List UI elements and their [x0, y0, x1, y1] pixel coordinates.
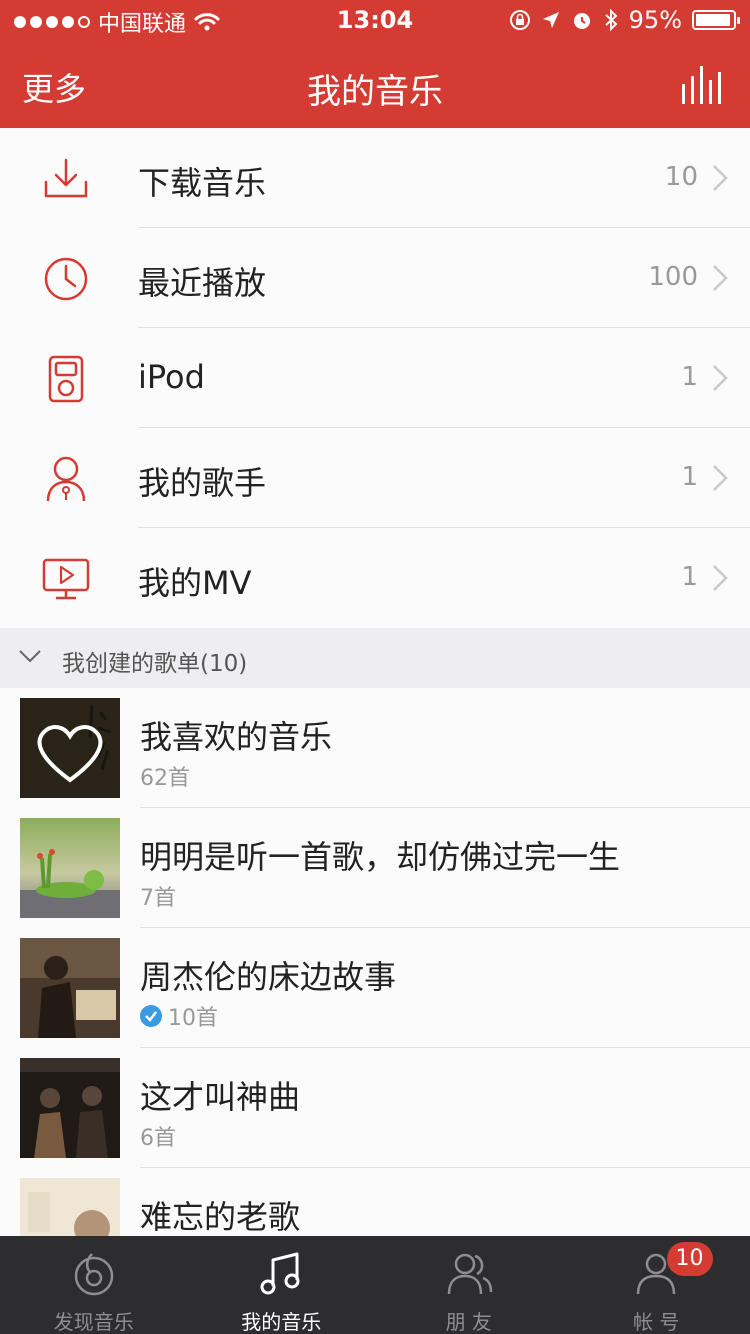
ipod-icon	[48, 355, 84, 403]
music-note-icon	[260, 1252, 300, 1295]
menu-item-singer[interactable]: 我的歌手 1	[0, 428, 750, 528]
mv-icon	[42, 558, 90, 600]
alarm-icon	[573, 13, 590, 29]
battery-icon	[692, 10, 740, 30]
playlist-cover	[20, 938, 120, 1038]
menu-item-label: 我的MV	[138, 564, 252, 602]
menu-item-label: 下载音乐	[138, 164, 267, 202]
singer-icon	[46, 456, 86, 502]
section-title: 我创建的歌单(10)	[62, 651, 248, 677]
tab-label: 帐 号	[633, 1310, 680, 1334]
playlist-item[interactable]: 明明是听一首歌，却仿佛过完一生 7首	[0, 808, 750, 928]
tab-my-music[interactable]: 我的音乐	[188, 1236, 376, 1334]
tab-label: 朋 友	[445, 1310, 492, 1334]
playlist-name: 周杰伦的床边故事	[140, 958, 397, 996]
friends-icon	[447, 1253, 492, 1295]
playlist-name: 难忘的老歌	[140, 1198, 301, 1236]
tab-friends[interactable]: 朋 友	[375, 1236, 563, 1334]
playlist-name: 我喜欢的音乐	[140, 718, 333, 756]
playlist-item[interactable]: 周杰伦的床边故事 10首	[0, 928, 750, 1048]
menu-item-label: iPod	[138, 358, 205, 396]
nav-bar: 更多 我的音乐	[0, 40, 750, 128]
menu-item-label: 我的歌手	[138, 464, 267, 502]
tab-discover[interactable]: 发现音乐	[0, 1236, 188, 1334]
playlist-count: 62首	[140, 766, 190, 791]
notification-badge: 10	[666, 1242, 713, 1276]
chevron-right-icon	[713, 465, 728, 491]
playlist-count: 7首	[140, 886, 176, 911]
menu-item-label: 最近播放	[138, 264, 267, 302]
playlist-item[interactable]: 难忘的老歌	[0, 1168, 750, 1236]
tab-label: 我的音乐	[241, 1310, 322, 1334]
chevron-right-icon	[713, 365, 728, 391]
chevron-right-icon	[713, 565, 728, 591]
my-music-menu: 下载音乐 10 最近播放 100 iPod 1 我的歌手 1 我的MV 1	[0, 128, 750, 628]
menu-item-count: 10	[664, 162, 698, 192]
bluetooth-icon	[604, 8, 618, 32]
download-icon	[44, 158, 88, 198]
app-header: 中国联通 13:04 95% 更多 我的音乐	[0, 0, 750, 128]
playlist-name: 这才叫神曲	[140, 1078, 301, 1116]
menu-item-count: 1	[681, 362, 698, 392]
lock-rotation-icon	[509, 10, 530, 30]
playlist-count: 6首	[140, 1126, 176, 1151]
chevron-right-icon	[713, 265, 728, 291]
status-bar: 中国联通 13:04 95%	[0, 0, 750, 40]
equalizer-icon[interactable]	[680, 62, 724, 106]
menu-item-recent[interactable]: 最近播放 100	[0, 228, 750, 328]
clock-icon	[44, 257, 88, 301]
chevron-right-icon	[713, 165, 728, 191]
menu-item-mv[interactable]: 我的MV 1	[0, 528, 750, 628]
battery-percent: 95%	[628, 6, 682, 34]
playlist-list: 我喜欢的音乐 62首 明明是听一首歌，却仿佛过完一生 7首 周杰伦的床边故事 1…	[0, 688, 750, 1236]
playlist-cover	[20, 1058, 120, 1158]
created-playlists-header[interactable]: 我创建的歌单(10)	[0, 628, 750, 688]
menu-item-count: 1	[681, 562, 698, 592]
playlist-cover	[20, 698, 120, 798]
menu-item-count: 100	[648, 262, 698, 292]
tab-label: 发现音乐	[53, 1310, 134, 1334]
playlist-count: 10首	[168, 1006, 218, 1031]
tab-account[interactable]: 10 帐 号	[563, 1236, 750, 1334]
menu-item-count: 1	[681, 462, 698, 492]
discover-music-icon	[74, 1253, 113, 1296]
playlist-item[interactable]: 我喜欢的音乐 62首	[0, 688, 750, 808]
playlist-cover	[20, 1178, 120, 1236]
tab-bar: 发现音乐 我的音乐 朋 友 10 帐 号	[0, 1236, 750, 1334]
playlist-item[interactable]: 这才叫神曲 6首	[0, 1048, 750, 1168]
playlist-cover	[20, 818, 120, 918]
menu-item-download[interactable]: 下载音乐 10	[0, 128, 750, 228]
menu-item-ipod[interactable]: iPod 1	[0, 328, 750, 428]
page-title: 我的音乐	[307, 72, 443, 112]
playlist-name: 明明是听一首歌，却仿佛过完一生	[140, 838, 621, 876]
verified-check-icon	[140, 1005, 162, 1027]
location-icon	[542, 12, 559, 28]
chevron-down-icon	[19, 650, 41, 663]
